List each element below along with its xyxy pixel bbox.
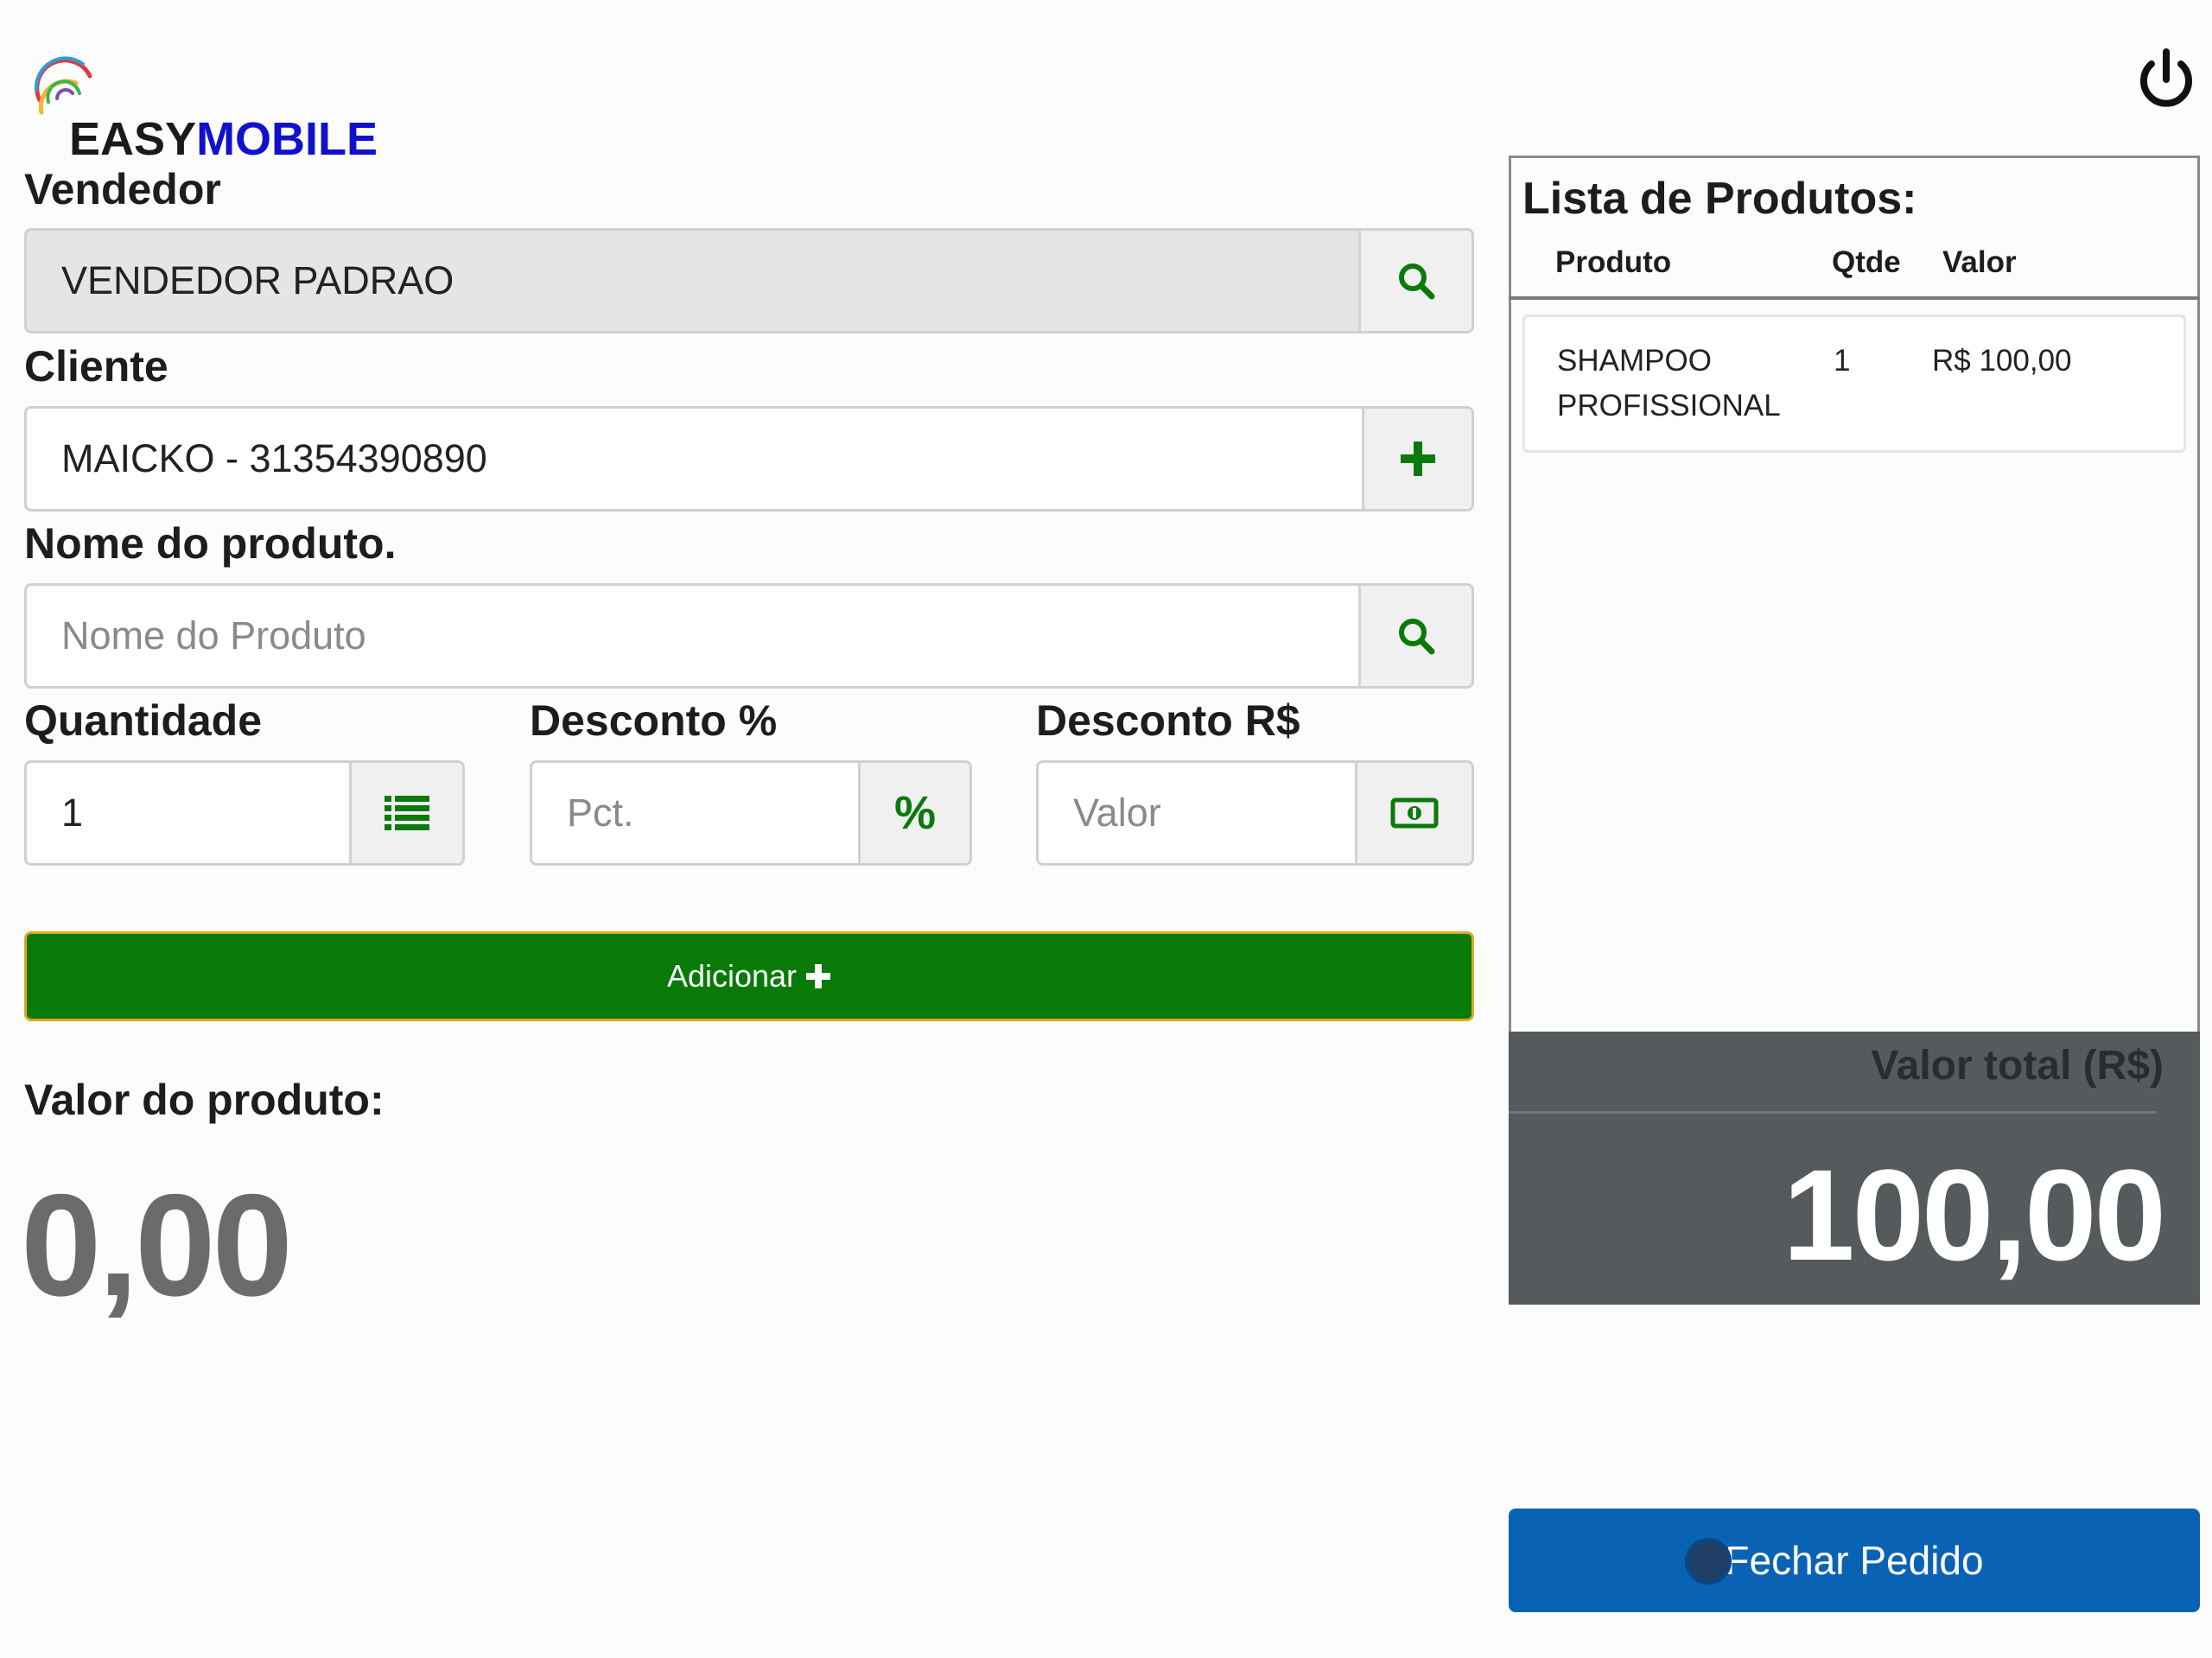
header-valor: Valor	[1942, 245, 2017, 279]
total-divider	[1509, 1111, 2157, 1114]
plus-icon	[1401, 441, 1435, 476]
brand-logo-text: EASYMOBILE	[69, 112, 378, 166]
brand-easy: EASY	[69, 113, 197, 165]
item-valor: R$ 100,00	[1932, 344, 2072, 378]
vendedor-label: Vendedor	[24, 165, 221, 213]
vendedor-field[interactable]: VENDEDOR PADRAO	[24, 228, 1474, 334]
money-icon	[1390, 797, 1439, 829]
fechar-pedido-label: Fechar Pedido	[1725, 1538, 1984, 1583]
produto-search-button[interactable]	[1358, 586, 1471, 686]
list-item[interactable]	[1522, 314, 2186, 453]
search-icon	[1399, 264, 1435, 300]
adicionar-button[interactable]: Adicionar	[24, 931, 1474, 1021]
header-divider	[1509, 296, 2200, 300]
item-qtde: 1	[1834, 344, 1851, 378]
brand-mobile: MOBILE	[196, 113, 378, 165]
cliente-field[interactable]: MAICKO - 31354390890	[24, 406, 1474, 511]
desconto-rs-label: Desconto R$	[1036, 696, 1300, 745]
total-label: Valor total (R$)	[1871, 1043, 2164, 1089]
desconto-rs-field[interactable]: Valor	[1036, 760, 1474, 866]
valor-produto-value: 0,00	[21, 1164, 293, 1326]
percent-icon: %	[858, 763, 969, 863]
touch-indicator	[1685, 1538, 1732, 1585]
quantidade-value: 1	[61, 791, 84, 835]
desconto-pct-label: Desconto %	[530, 696, 778, 745]
cliente-label: Cliente	[24, 342, 168, 391]
vendedor-value: VENDEDOR PADRAO	[61, 258, 454, 302]
search-icon	[1399, 619, 1435, 655]
desconto-rs-placeholder: Valor	[1073, 791, 1161, 835]
plus-icon	[806, 964, 831, 988]
add-cliente-button[interactable]	[1362, 409, 1471, 509]
list-icon	[385, 796, 429, 830]
desconto-pct-placeholder: Pct.	[567, 791, 634, 835]
power-icon[interactable]	[2133, 47, 2200, 114]
quantidade-field[interactable]: 1	[24, 760, 465, 866]
produto-placeholder: Nome do Produto	[61, 613, 366, 657]
quantidade-label: Quantidade	[24, 696, 263, 745]
fechar-pedido-button[interactable]: Fechar Pedido	[1509, 1509, 2200, 1612]
cliente-value: MAICKO - 31354390890	[61, 436, 487, 480]
header-qtde: Qtde	[1832, 245, 1901, 279]
item-produto-line2: PROFISSIONAL	[1557, 389, 1781, 422]
lista-produtos-title: Lista de Produtos:	[1522, 174, 1917, 224]
header-produto: Produto	[1555, 245, 1672, 279]
valor-produto-label: Valor do produto:	[24, 1076, 385, 1124]
vendedor-search-button[interactable]	[1358, 231, 1471, 331]
produto-search-field[interactable]: Nome do Produto	[24, 583, 1474, 689]
produto-label: Nome do produto.	[24, 519, 397, 568]
money-button	[1355, 763, 1471, 863]
item-produto-line1: SHAMPOO	[1557, 344, 1712, 378]
adicionar-label: Adicionar	[666, 958, 798, 994]
quantidade-list-button[interactable]	[349, 763, 462, 863]
total-value: 100,00	[1783, 1142, 2166, 1287]
desconto-pct-field[interactable]: Pct. %	[530, 760, 972, 866]
